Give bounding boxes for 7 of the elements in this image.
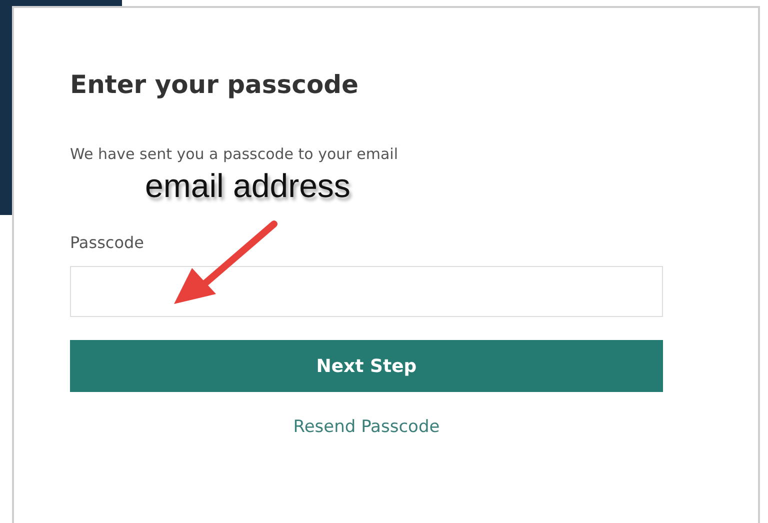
resend-link[interactable]: Resend Passcode xyxy=(293,417,440,437)
passcode-field[interactable] xyxy=(70,266,663,317)
annotation-text: email address xyxy=(145,167,350,205)
message-text: We have sent you a passcode to your email xyxy=(70,145,399,163)
page-title: Enter your passcode xyxy=(70,70,360,99)
field-label: Passcode xyxy=(70,233,145,252)
next-step-button[interactable]: Next Step xyxy=(70,340,663,392)
